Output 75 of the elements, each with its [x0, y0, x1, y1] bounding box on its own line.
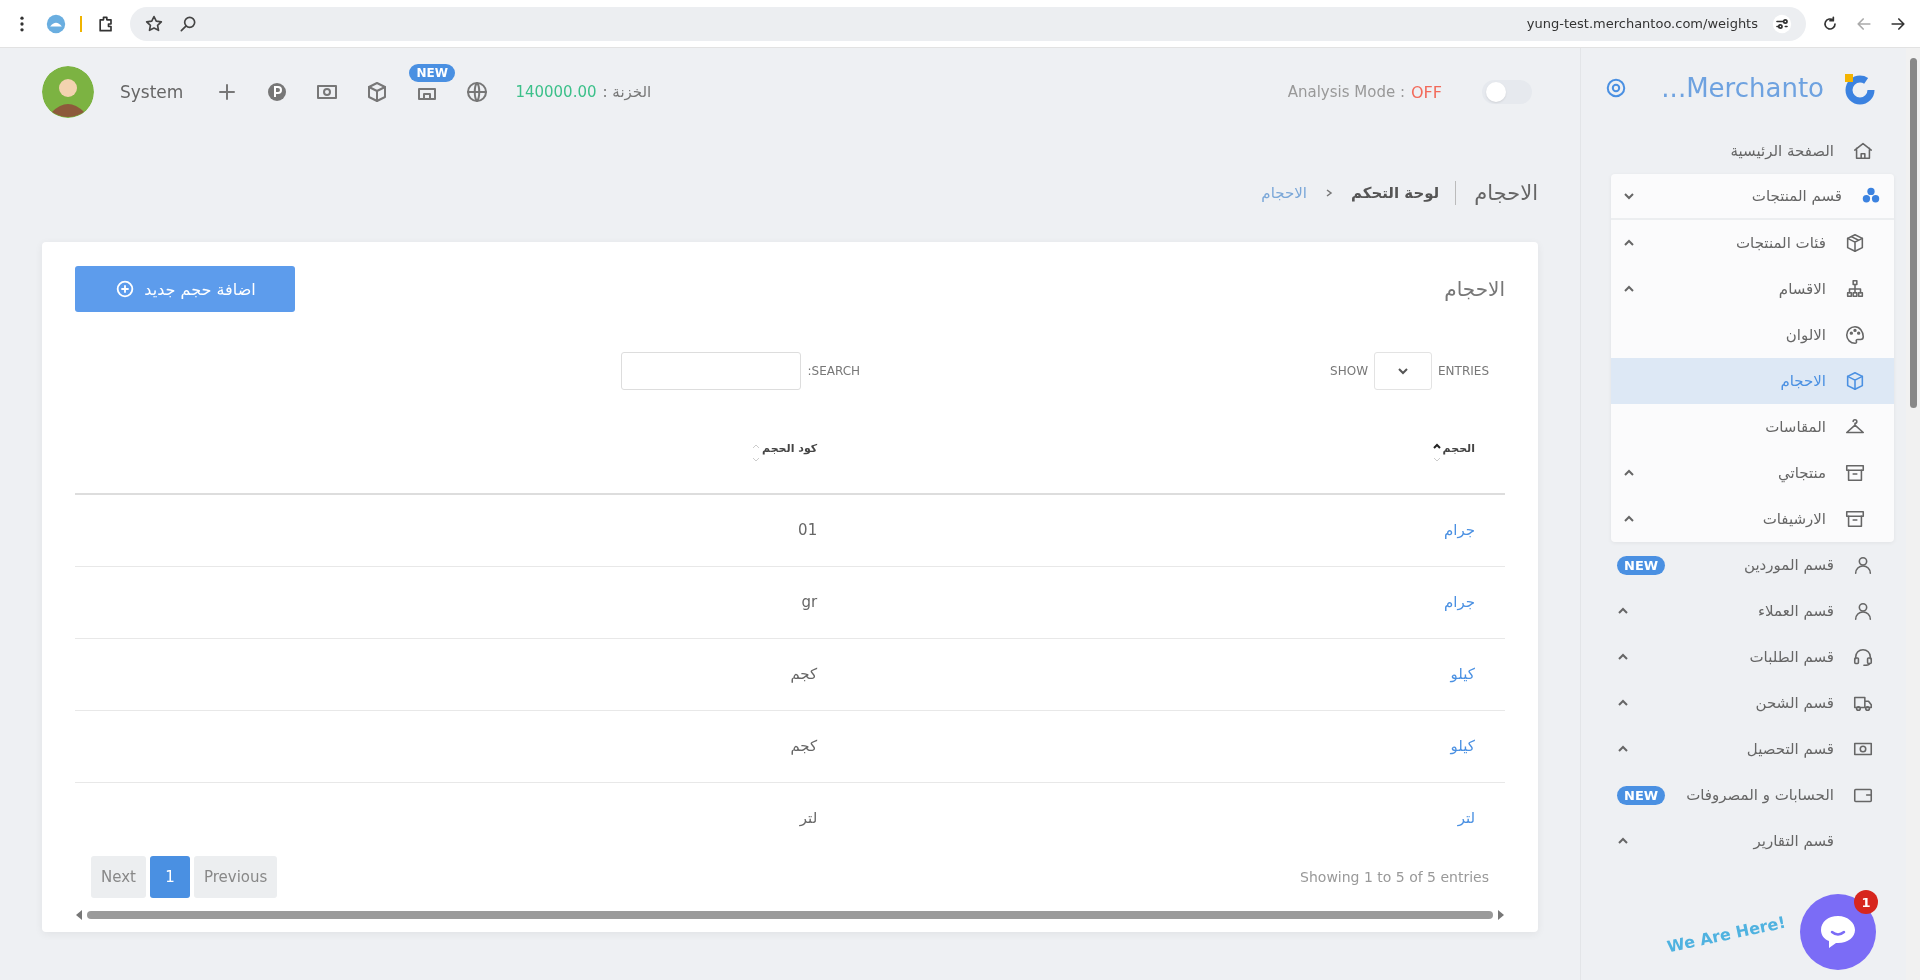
- user-icon: [1852, 600, 1874, 622]
- hierarchy-icon: [1844, 278, 1866, 300]
- headset-icon: [1852, 646, 1874, 668]
- target-icon[interactable]: [1605, 77, 1627, 99]
- table-cell: لتر: [799, 809, 818, 828]
- add-button[interactable]: اضافة حجم جديد: [75, 266, 295, 312]
- brand-name: Merchanto...: [1660, 73, 1824, 103]
- sidebar-item[interactable]: الاقسام: [1611, 266, 1894, 312]
- show-label: SHOW: [1330, 364, 1369, 378]
- chat-icon: [1819, 914, 1857, 950]
- sidebar-item[interactable]: قسم المنتجات: [1611, 174, 1894, 220]
- sidebar-item[interactable]: قسم الطلبات: [1605, 634, 1886, 680]
- page-button[interactable]: Previous: [193, 856, 278, 898]
- sidebar-item[interactable]: المقاسات: [1611, 404, 1894, 450]
- palette-icon: [1844, 324, 1866, 346]
- treasury-amount: 140000.00: [515, 83, 597, 101]
- sidebar-item[interactable]: الاحجام: [1611, 358, 1894, 404]
- page-title: الاحجام: [1455, 181, 1538, 205]
- size-link[interactable]: كيلو: [1450, 665, 1475, 683]
- entries-info: Showing 1 to 5 of 5 entries: [1300, 869, 1489, 885]
- avatar[interactable]: [42, 66, 94, 118]
- breadcrumb-link[interactable]: لوحة التحكم: [1350, 184, 1440, 202]
- scrollbar-thumb[interactable]: [87, 911, 1493, 919]
- table-cell: 01: [798, 521, 818, 540]
- sidebar-item[interactable]: فئات المنتجات: [1611, 220, 1894, 266]
- table-cell: كجم: [790, 665, 818, 683]
- globe-icon[interactable]: [465, 80, 490, 104]
- sidebar-item[interactable]: قسم الشحن: [1605, 680, 1886, 726]
- page-button[interactable]: 1: [149, 856, 190, 898]
- size-link[interactable]: جرام: [1444, 593, 1475, 611]
- table-cell: كجم: [790, 737, 818, 755]
- column-header[interactable]: الحجم: [1442, 441, 1475, 455]
- profile-icon[interactable]: [46, 13, 66, 34]
- address-bar[interactable]: yung-test.merchantoo.com/weights: [130, 6, 1806, 41]
- analysis-mode-label: Analysis Mode :: [1287, 83, 1405, 101]
- sidebar-item[interactable]: الارشيفات: [1611, 496, 1894, 542]
- new-badge: NEW: [1617, 555, 1666, 575]
- size-link[interactable]: كيلو: [1450, 737, 1475, 755]
- sidebar-item[interactable]: الصفحة الرئيسية: [1605, 128, 1886, 174]
- cube-icon: [1844, 370, 1866, 392]
- card-title: الاحجام: [1444, 277, 1505, 301]
- sort-icon[interactable]: [1431, 441, 1442, 464]
- sidebar-item[interactable]: الالوان: [1611, 312, 1894, 358]
- tune-icon[interactable]: [1772, 13, 1792, 34]
- new-badge: NEW: [1617, 785, 1666, 805]
- scroll-left-icon[interactable]: [75, 910, 83, 920]
- home-icon: [1852, 140, 1874, 162]
- size-link[interactable]: جرام: [1444, 521, 1475, 540]
- analysis-toggle[interactable]: [1482, 80, 1532, 104]
- url-text: yung-test.merchantoo.com/weights: [1526, 16, 1758, 31]
- star-icon[interactable]: [144, 13, 164, 34]
- table-cell: gr: [801, 593, 818, 611]
- archive-icon: [1844, 508, 1866, 530]
- box-icon: [1844, 232, 1866, 254]
- search-field[interactable]: [621, 352, 802, 390]
- new-badge: NEW: [409, 64, 455, 82]
- sidebar-item[interactable]: قسم التحصيل: [1605, 726, 1886, 772]
- user-icon: [1852, 554, 1874, 576]
- page-button[interactable]: Next: [91, 856, 146, 898]
- column-header[interactable]: كود الحجم: [762, 441, 818, 455]
- notification-badge: 1: [1854, 890, 1878, 914]
- logo-icon[interactable]: [1842, 71, 1876, 105]
- search-label: SEARCH:: [807, 364, 861, 378]
- chat-greeting: We Are Here!: [1664, 912, 1787, 957]
- sidebar-item[interactable]: قسم التقارير: [1605, 818, 1886, 864]
- user-name[interactable]: System: [120, 82, 184, 102]
- entries-label: ENTRIES: [1438, 364, 1489, 378]
- caret-icon: [1397, 366, 1410, 376]
- analysis-mode-status: OFF: [1411, 82, 1442, 102]
- sidebar-item[interactable]: قسم العملاء: [1605, 588, 1886, 634]
- size-link[interactable]: لتر: [1457, 809, 1475, 828]
- sidebar-item[interactable]: منتجاتي: [1611, 450, 1894, 496]
- scroll-right-icon[interactable]: [1497, 910, 1505, 920]
- treasury-label: الخزنة :: [602, 83, 652, 101]
- archive-icon: [1844, 462, 1866, 484]
